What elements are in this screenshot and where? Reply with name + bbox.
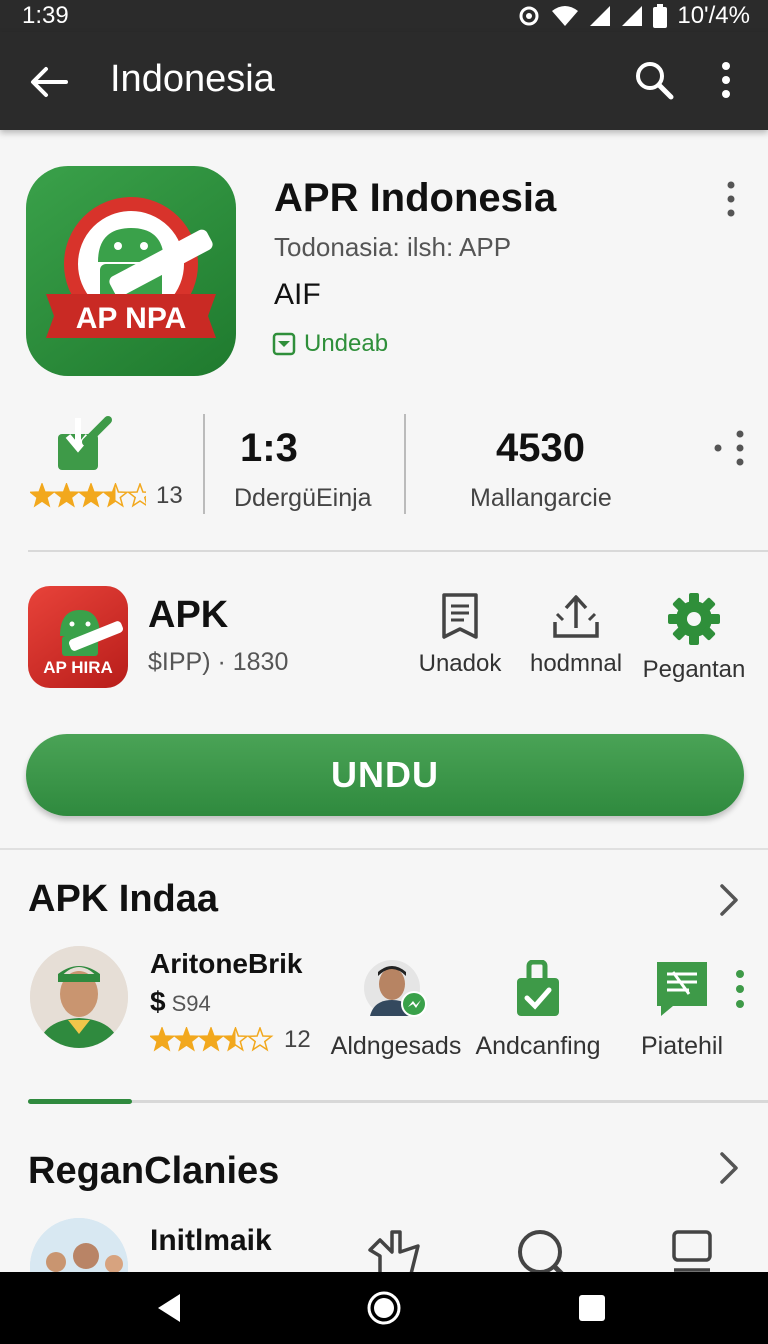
app-subtitle: Todonasia: ilsh: APP <box>274 232 512 262</box>
divider <box>203 414 205 514</box>
rating-count: 13 <box>156 482 183 509</box>
battery-icon <box>653 4 668 28</box>
app-icon-text: AP NPA <box>76 302 187 335</box>
system-nav-bar <box>0 1272 768 1344</box>
featured-name[interactable]: AritoneBrik <box>150 948 302 980</box>
stat-label: DdergüEinja <box>234 484 372 512</box>
rec-item-label: Piatehil <box>641 1032 723 1060</box>
carousel-scroll-indicator <box>28 1099 768 1104</box>
action-label: hodmnal <box>529 650 623 677</box>
apk-icon: AP HIRA <box>28 586 128 688</box>
install-button[interactable]: UNDU <box>26 734 744 816</box>
app-developer[interactable]: AIF <box>274 278 321 312</box>
star-filled <box>79 484 103 506</box>
star-rating-icon <box>150 1027 274 1052</box>
nav-back-icon[interactable] <box>150 1288 190 1328</box>
rec-item[interactable]: Aldngesads <box>326 958 466 1061</box>
more-vert-icon[interactable] <box>732 968 748 1010</box>
divider <box>0 848 768 850</box>
rating-stars: 13 <box>30 482 183 510</box>
status-time: 1:39 <box>22 2 69 29</box>
app-icon: AP NPA <box>26 166 236 376</box>
nav-recents-icon[interactable] <box>572 1288 612 1328</box>
app-bar: Indonesia <box>0 32 768 130</box>
signal-icon <box>590 6 611 26</box>
nav-home-icon[interactable] <box>364 1288 404 1328</box>
apk-icon-text: AP HIRA <box>43 658 113 677</box>
rating-count: 12 <box>284 1026 311 1053</box>
list-item-name[interactable]: Initlmaik <box>150 1224 272 1258</box>
scroll-indicator-fill <box>28 1099 132 1104</box>
share-icon <box>553 595 599 638</box>
featured-rating: 12 <box>150 1026 311 1054</box>
app-header: AP NPA APR Indonesia Todonasia: ilsh: AP… <box>0 130 768 390</box>
badge-icon <box>272 332 296 356</box>
featured-price: $ S94 <box>150 986 211 1018</box>
more-vert-icon[interactable] <box>712 58 740 102</box>
status-bar: 1:39 10'/4% <box>0 0 768 32</box>
battery-percent: 10'/4% <box>677 2 750 29</box>
avatar[interactable] <box>30 946 128 1048</box>
settings-status-icon <box>519 6 539 26</box>
star-filled <box>30 484 54 506</box>
stats-row: 13 1:3 DdergüEinja 4530 Mallangarcie <box>0 400 768 540</box>
star-outline <box>126 483 146 508</box>
price-value: S94 <box>171 991 211 1016</box>
action-share[interactable]: hodmnal <box>516 592 636 678</box>
status-icons: 10'/4% <box>517 2 750 30</box>
rec-item[interactable]: Piatehil <box>612 958 752 1061</box>
download-icon <box>58 416 112 470</box>
star-filled <box>199 1028 223 1050</box>
stat-value: 4530 <box>496 426 585 470</box>
apk-title: APK <box>148 594 229 636</box>
divider <box>28 550 768 552</box>
search-icon[interactable] <box>632 58 676 102</box>
stat-value: 1:3 <box>240 426 298 470</box>
rec-item[interactable]: Andcanfing <box>468 958 608 1061</box>
document-icon <box>442 593 478 639</box>
arrow-back-icon[interactable] <box>26 60 70 104</box>
star-rating-icon <box>30 483 146 508</box>
action-document[interactable]: Unadok <box>400 592 520 678</box>
more-vert-icon[interactable] <box>722 180 740 220</box>
more-icon[interactable] <box>714 430 748 466</box>
lock-check-icon <box>517 960 559 1016</box>
editor-badge: Undeab <box>272 330 388 358</box>
section-title[interactable]: ReganClanies <box>28 1150 279 1193</box>
rec-item-label: Aldngesads <box>330 1032 462 1060</box>
person-messenger-icon <box>364 960 427 1017</box>
chat-list-icon <box>657 962 707 1016</box>
star-filled <box>175 1028 198 1050</box>
star-outline <box>246 1027 274 1052</box>
wifi-icon <box>552 6 579 26</box>
gear-icon <box>668 593 720 645</box>
chevron-right-icon[interactable] <box>716 1148 742 1188</box>
chevron-right-icon[interactable] <box>716 880 742 920</box>
badge-label: Undeab <box>304 330 389 357</box>
apk-size: $IPP) · 1830 <box>148 648 289 676</box>
page-title: Indonesia <box>110 58 275 100</box>
action-label: Unadok <box>418 650 502 677</box>
action-settings[interactable]: Pegantan <box>634 592 754 684</box>
app-name: APR Indonesia <box>274 176 557 220</box>
action-label: Pegantan <box>642 656 746 683</box>
rec-item-label: Andcanfing <box>475 1032 601 1060</box>
divider <box>404 414 406 514</box>
apk-row: AP HIRA APK $IPP) · 1830 Unadok hodmnal … <box>0 570 768 700</box>
star-filled <box>55 484 78 506</box>
stat-label: Mallangarcie <box>470 484 612 512</box>
star-filled <box>150 1028 174 1050</box>
section-title[interactable]: APK Indaa <box>28 878 218 921</box>
price-symbol: $ <box>150 986 166 1017</box>
signal-icon-2 <box>622 6 643 26</box>
